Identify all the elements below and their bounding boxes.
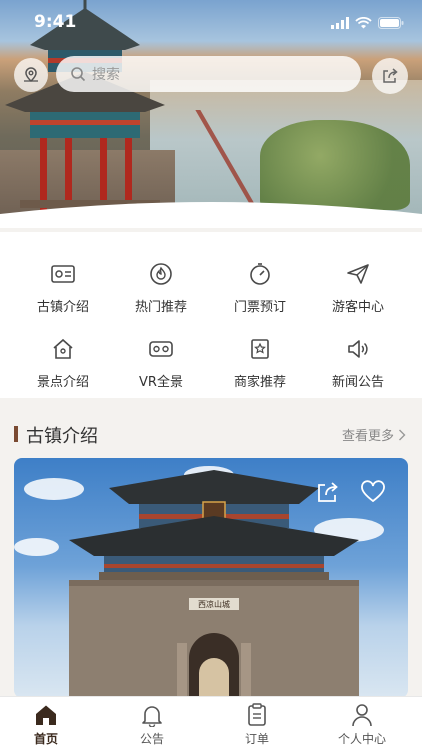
tab-orders[interactable]: 订单 bbox=[217, 703, 297, 747]
grid-item-news[interactable]: 新闻公告 bbox=[308, 335, 408, 390]
clipboard-icon bbox=[248, 703, 266, 726]
grid-item-label: 新闻公告 bbox=[331, 375, 384, 390]
chevron-right-icon bbox=[399, 429, 406, 440]
share-icon bbox=[318, 482, 338, 502]
view-more-label: 查看更多 bbox=[341, 429, 394, 444]
house-icon bbox=[53, 338, 73, 359]
cloud bbox=[14, 538, 59, 556]
vr-headset-icon bbox=[149, 341, 173, 357]
card-share-button[interactable] bbox=[314, 478, 342, 506]
grid-item-scenic-intro[interactable]: 景点介绍 bbox=[13, 335, 113, 390]
home-icon bbox=[36, 705, 56, 725]
search-icon bbox=[71, 67, 86, 82]
timer-icon bbox=[250, 263, 270, 285]
banner-dot bbox=[211, 207, 216, 212]
status-bar: 9:41 bbox=[0, 0, 422, 48]
grid-item-merchant-recommend[interactable]: 商家推荐 bbox=[210, 335, 310, 390]
grid-item-town-intro[interactable]: 古镇介绍 bbox=[13, 260, 113, 315]
card-favorite-button[interactable] bbox=[359, 478, 387, 506]
search-input[interactable]: 搜索 bbox=[56, 56, 361, 92]
grid-item-hot-recommend[interactable]: 热门推荐 bbox=[111, 260, 211, 315]
gate-plaque-text: 西凉山城 bbox=[198, 599, 230, 609]
grid-item-label: 门票预订 bbox=[233, 300, 286, 315]
banner-dot-active bbox=[197, 207, 207, 212]
share-icon bbox=[383, 68, 398, 83]
grid-item-label: VR全景 bbox=[139, 375, 183, 390]
hero-curve-edge bbox=[0, 202, 422, 228]
tab-home[interactable]: 首页 bbox=[6, 703, 86, 747]
grid-item-label: 热门推荐 bbox=[134, 300, 187, 315]
location-button[interactable] bbox=[14, 58, 48, 92]
section-accent-bar bbox=[14, 426, 18, 442]
function-grid: 古镇介绍 热门推荐 门票预订 游客中心 景点介绍 VR全景 商家推荐 新闻公告 bbox=[0, 232, 422, 398]
section-title: 古镇介绍 bbox=[26, 426, 98, 447]
battery-icon bbox=[378, 17, 404, 29]
feature-card[interactable]: 西凉山城 bbox=[14, 458, 408, 698]
grid-item-vr-panorama[interactable]: VR全景 bbox=[111, 335, 211, 390]
status-indicators bbox=[331, 17, 404, 29]
banner-pagination bbox=[197, 207, 225, 212]
cellular-signal-icon bbox=[331, 17, 349, 29]
tab-label: 首页 bbox=[33, 732, 58, 746]
wifi-icon bbox=[355, 17, 372, 29]
star-bookmark-icon bbox=[251, 339, 269, 359]
heart-icon bbox=[361, 480, 385, 503]
location-pin-icon bbox=[24, 67, 38, 83]
bottom-tab-bar: 首页 公告 订单 个人中心 bbox=[0, 696, 422, 750]
grid-item-label: 商家推荐 bbox=[233, 375, 286, 390]
search-placeholder: 搜索 bbox=[92, 67, 120, 83]
grid-item-ticket-booking[interactable]: 门票预订 bbox=[210, 260, 310, 315]
person-icon bbox=[352, 704, 372, 727]
grid-item-visitor-center[interactable]: 游客中心 bbox=[308, 260, 408, 315]
bell-icon bbox=[142, 706, 162, 727]
tab-announcements[interactable]: 公告 bbox=[112, 703, 192, 747]
grid-item-label: 景点介绍 bbox=[36, 375, 89, 390]
banner-dot bbox=[220, 207, 225, 212]
tab-label: 公告 bbox=[139, 732, 164, 746]
speaker-icon bbox=[348, 340, 368, 358]
view-more-link[interactable]: 查看更多 bbox=[342, 425, 406, 444]
status-time: 9:41 bbox=[34, 12, 77, 32]
tab-profile[interactable]: 个人中心 bbox=[322, 703, 402, 747]
id-card-icon bbox=[51, 265, 75, 283]
section-header: 古镇介绍 查看更多 bbox=[0, 408, 422, 458]
share-button[interactable] bbox=[372, 58, 408, 94]
grid-item-label: 游客中心 bbox=[331, 300, 384, 315]
flame-icon bbox=[150, 263, 172, 285]
tab-label: 订单 bbox=[244, 732, 269, 746]
paper-plane-icon bbox=[347, 264, 369, 284]
grid-item-label: 古镇介绍 bbox=[36, 300, 89, 315]
tab-label: 个人中心 bbox=[337, 732, 386, 746]
